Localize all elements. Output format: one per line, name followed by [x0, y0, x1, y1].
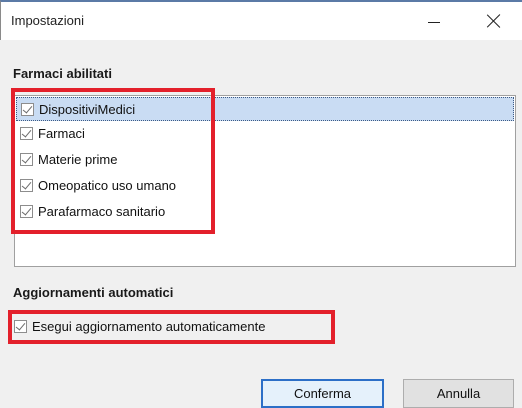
checkmark-icon: [21, 178, 32, 190]
auto-updates-heading: Aggiornamenti automatici: [13, 285, 174, 300]
auto-update-option[interactable]: Esegui aggiornamento automaticamente: [14, 316, 265, 336]
window-title: Impostazioni: [11, 13, 84, 28]
list-item-omeopatico[interactable]: Omeopatico uso umano: [16, 173, 176, 197]
checkmark-icon: [21, 152, 32, 164]
list-item-dispositivi-medici[interactable]: DispositiviMedici: [16, 97, 514, 121]
enabled-drugs-list[interactable]: DispositiviMedici Farmaci Materie prime …: [14, 95, 516, 267]
checkbox[interactable]: [20, 126, 33, 140]
checkmark-icon: [15, 319, 26, 331]
title-bar: Impostazioni: [0, 0, 522, 40]
close-icon: [487, 14, 501, 28]
list-item-materie-prime[interactable]: Materie prime: [16, 147, 117, 171]
list-item-label: Omeopatico uso umano: [38, 177, 177, 193]
checkbox[interactable]: [20, 152, 33, 166]
enabled-drugs-heading: Farmaci abilitati: [13, 66, 112, 81]
list-item-label: Parafarmaco sanitario: [38, 203, 166, 219]
list-item-farmaci[interactable]: Farmaci: [16, 121, 85, 145]
list-item-label: Materie prime: [38, 151, 118, 167]
checkbox[interactable]: [20, 178, 33, 192]
list-item-label: Farmaci: [38, 125, 85, 141]
close-button[interactable]: [471, 4, 517, 38]
checkmark-icon: [22, 102, 33, 114]
checkmark-icon: [21, 126, 32, 138]
checkbox[interactable]: [21, 102, 34, 116]
list-item-parafarmaco[interactable]: Parafarmaco sanitario: [16, 199, 165, 223]
list-item-label: DispositiviMedici: [39, 101, 136, 117]
checkmark-icon: [21, 204, 32, 216]
cancel-button[interactable]: Annulla: [403, 379, 514, 408]
settings-dialog: Impostazioni Farmaci abilitati Dispositi…: [0, 0, 522, 408]
confirm-button[interactable]: Conferma: [261, 379, 384, 408]
auto-update-label: Esegui aggiornamento automaticamente: [32, 318, 266, 334]
auto-update-checkbox[interactable]: [14, 319, 27, 333]
checkbox[interactable]: [20, 204, 33, 218]
minimize-button[interactable]: [411, 4, 457, 38]
minimize-icon: [428, 21, 440, 23]
